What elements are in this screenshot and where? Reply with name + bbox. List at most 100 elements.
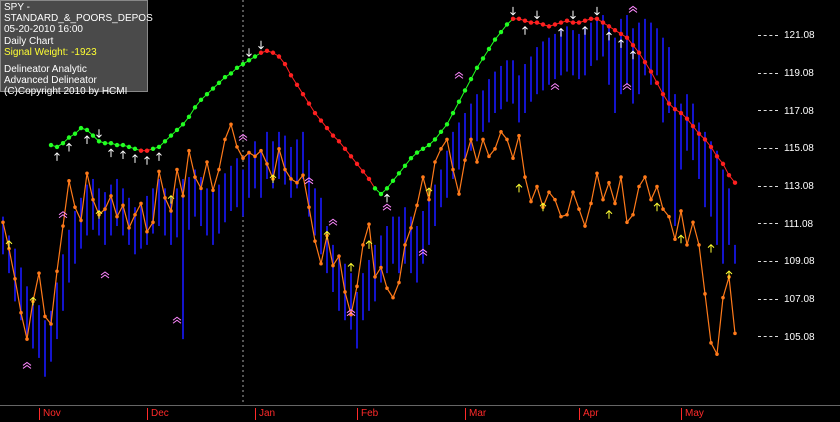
delineator-point: [162, 139, 168, 144]
analytic-point: [181, 194, 185, 198]
delineator-point: [426, 142, 432, 148]
analytic-point: [157, 169, 161, 174]
analytic-point: [655, 184, 659, 189]
analytic-point: [637, 184, 641, 189]
chart-area: SPY - STANDARD_&_POORS_DEPOS 05-20-2010 …: [0, 0, 840, 422]
delineator-point: [348, 154, 354, 159]
delineator-point: [564, 18, 570, 23]
yellow-marker: [347, 262, 355, 272]
delineator-point: [246, 58, 252, 63]
delineator-point: [72, 131, 78, 136]
delineator-point: [312, 110, 318, 116]
analytic-point: [649, 197, 653, 202]
delineator-point: [84, 127, 90, 133]
analytic-point: [1, 220, 5, 225]
delineator-point: [186, 114, 192, 119]
analytic-point: [187, 148, 191, 153]
yellow-marker: [707, 243, 715, 253]
analytic-point: [313, 239, 317, 243]
analytic-point: [283, 167, 287, 172]
analytic-point: [469, 137, 473, 142]
analytic-point: [601, 197, 605, 202]
x-month-label: May: [681, 408, 704, 420]
delineator-point: [636, 50, 642, 55]
analytic-point: [127, 226, 131, 230]
analytic-point: [619, 175, 623, 179]
delineator-point: [294, 82, 300, 87]
delineator-point: [102, 140, 108, 146]
delineator-point: [168, 133, 174, 138]
analytic-point: [373, 275, 377, 279]
delineator-point: [228, 71, 234, 76]
x-month-label: Dec: [147, 408, 169, 420]
delineator-point: [552, 22, 558, 27]
analytic-point: [679, 209, 683, 213]
analytic-point: [217, 167, 221, 172]
analytic-point: [517, 133, 521, 138]
delineator-point: [198, 97, 204, 103]
analytic-point: [343, 290, 347, 294]
analytic-point: [391, 295, 395, 300]
analytic-point: [193, 175, 197, 179]
delineator-point: [714, 154, 720, 159]
analytic-point: [553, 197, 557, 202]
analytic-point: [199, 186, 203, 191]
analytic-point: [385, 286, 389, 291]
pink-marker: [172, 316, 182, 324]
analytic-point: [103, 207, 107, 211]
analytic-point: [451, 167, 455, 172]
delineator-point: [498, 29, 504, 35]
delineator-point: [618, 31, 624, 37]
delineator-point: [324, 125, 330, 131]
analytic-point: [547, 190, 551, 194]
delineator-point: [264, 48, 270, 54]
delineator-point: [516, 16, 522, 22]
delineator-point: [174, 127, 180, 133]
delineator-point: [252, 54, 258, 59]
analytic-point: [433, 160, 437, 164]
delineator-point: [624, 35, 630, 40]
delineator-point: [126, 144, 132, 150]
delineator-point: [150, 146, 156, 152]
delineator-point: [360, 169, 366, 174]
delineator-point: [342, 146, 348, 152]
analytic-point: [331, 263, 335, 268]
analytic-point: [523, 175, 527, 179]
analytic-point: [37, 271, 41, 275]
pink-marker: [100, 271, 110, 279]
delineator-point: [630, 43, 636, 48]
analytic-point: [79, 218, 83, 223]
analytic-point: [445, 137, 449, 142]
analytic-point: [73, 205, 77, 210]
delineator-point: [216, 80, 222, 86]
pink-marker: [58, 211, 68, 219]
delineator-point: [648, 69, 654, 74]
delineator-point: [720, 161, 726, 167]
analytic-point: [277, 147, 281, 151]
analytic-point: [121, 203, 125, 208]
analytic-point: [367, 222, 371, 226]
delineator-point: [366, 176, 372, 182]
delineator-point: [726, 172, 732, 178]
delineator-point: [114, 142, 120, 148]
analytic-point: [25, 337, 29, 341]
delineator-point: [132, 146, 138, 152]
delineator-point: [642, 59, 648, 65]
analytic-point: [307, 205, 311, 210]
analytic-point: [529, 199, 533, 204]
signal-weight-label: Signal Weight: -1923: [4, 46, 97, 58]
delineator-point: [240, 61, 246, 67]
x-month-label: Apr: [579, 408, 599, 420]
x-axis: Nov Dec Jan Feb Mar Apr May: [0, 405, 840, 422]
delineator-point: [606, 24, 612, 29]
analytic-point: [715, 352, 719, 356]
analytic-point: [427, 197, 431, 202]
analytic-line: [2, 122, 736, 357]
delineator-point: [540, 22, 546, 27]
analytic-point: [49, 322, 53, 326]
analytic-point: [703, 292, 707, 296]
delineator-point: [414, 150, 420, 155]
delineator-point: [444, 122, 450, 127]
delineator-point: [330, 133, 336, 138]
delineator-point: [456, 99, 462, 104]
